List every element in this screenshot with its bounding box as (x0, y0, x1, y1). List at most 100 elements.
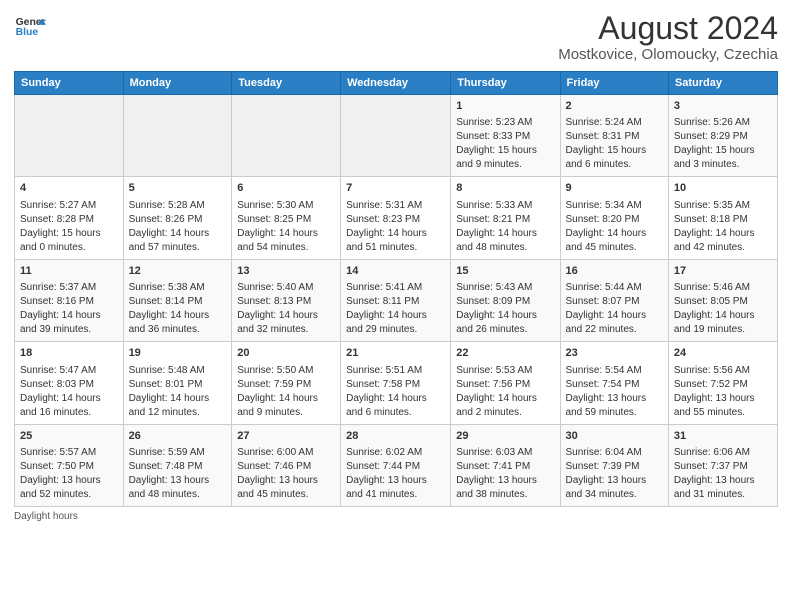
calendar-cell: 20 Sunrise: 5:50 AM Sunset: 7:59 PM Dayli… (232, 342, 341, 424)
title-block: August 2024 Mostkovice, Olomoucky, Czech… (558, 12, 778, 63)
day-info: Sunrise: 5:37 AM Sunset: 8:16 PM Dayligh… (20, 282, 101, 335)
day-number: 17 (674, 264, 772, 279)
day-info: Sunrise: 5:23 AM Sunset: 8:33 PM Dayligh… (456, 117, 537, 170)
day-info: Sunrise: 6:02 AM Sunset: 7:44 PM Dayligh… (346, 447, 427, 500)
day-number: 9 (566, 181, 663, 196)
calendar-cell: 13Sunrise: 5:40 AM Sunset: 8:13 PM Dayli… (232, 259, 341, 341)
calendar-header-row: SundayMondayTuesdayWednesdayThursdayFrid… (15, 72, 778, 95)
day-number: 26 (129, 429, 227, 444)
calendar-cell: 8Sunrise: 5:33 AM Sunset: 8:21 PM Daylig… (451, 177, 560, 259)
day-info: Sunrise: 5:41 AM Sunset: 8:11 PM Dayligh… (346, 282, 427, 335)
day-info: Sunrise: 5:34 AM Sunset: 8:20 PM Dayligh… (566, 200, 647, 253)
calendar-cell: 31Sunrise: 6:06 AM Sunset: 7:37 PM Dayli… (668, 424, 777, 506)
day-number: 7 (346, 181, 445, 196)
day-info: Sunrise: 5:46 AM Sunset: 8:05 PM Dayligh… (674, 282, 755, 335)
day-number: 29 (456, 429, 554, 444)
calendar-cell (341, 95, 451, 177)
location: Mostkovice, Olomoucky, Czechia (558, 46, 778, 63)
calendar-cell: 4 Sunrise: 5:27 AM Sunset: 8:28 PM Daylig… (15, 177, 124, 259)
calendar-cell: 27 Sunrise: 6:00 AM Sunset: 7:46 PM Dayli… (232, 424, 341, 506)
day-number: 18 (20, 346, 118, 361)
calendar-cell: 12 Sunrise: 5:38 AM Sunset: 8:14 PM Dayli… (123, 259, 232, 341)
calendar-cell (232, 95, 341, 177)
day-number: 25 (20, 429, 118, 444)
day-info: Sunrise: 5:26 AM Sunset: 8:29 PM Dayligh… (674, 117, 755, 170)
day-header-friday: Friday (560, 72, 668, 95)
calendar-cell: 22Sunrise: 5:53 AM Sunset: 7:56 PM Dayli… (451, 342, 560, 424)
calendar: SundayMondayTuesdayWednesdayThursdayFrid… (14, 71, 778, 507)
day-number: 21 (346, 346, 445, 361)
calendar-cell: 26 Sunrise: 5:59 AM Sunset: 7:48 PM Dayli… (123, 424, 232, 506)
calendar-body: 1 Sunrise: 5:23 AM Sunset: 8:33 PM Daylig… (15, 95, 778, 507)
day-info: Sunrise: 5:50 AM Sunset: 7:59 PM Dayligh… (237, 365, 318, 418)
day-header-thursday: Thursday (451, 72, 560, 95)
calendar-cell: 3 Sunrise: 5:26 AM Sunset: 8:29 PM Daylig… (668, 95, 777, 177)
header: General Blue August 2024 Mostkovice, Olo… (14, 12, 778, 63)
calendar-cell: 18 Sunrise: 5:47 AM Sunset: 8:03 PM Dayli… (15, 342, 124, 424)
day-number: 28 (346, 429, 445, 444)
day-header-monday: Monday (123, 72, 232, 95)
day-info: Sunrise: 5:54 AM Sunset: 7:54 PM Dayligh… (566, 365, 647, 418)
calendar-cell: 9 Sunrise: 5:34 AM Sunset: 8:20 PM Daylig… (560, 177, 668, 259)
day-info: Sunrise: 5:43 AM Sunset: 8:09 PM Dayligh… (456, 282, 537, 335)
day-info: Sunrise: 6:04 AM Sunset: 7:39 PM Dayligh… (566, 447, 647, 500)
day-info: Sunrise: 5:48 AM Sunset: 8:01 PM Dayligh… (129, 365, 210, 418)
calendar-cell (123, 95, 232, 177)
calendar-cell: 23Sunrise: 5:54 AM Sunset: 7:54 PM Dayli… (560, 342, 668, 424)
calendar-cell: 7Sunrise: 5:31 AM Sunset: 8:23 PM Daylig… (341, 177, 451, 259)
day-header-tuesday: Tuesday (232, 72, 341, 95)
day-number: 20 (237, 346, 335, 361)
day-number: 1 (456, 99, 554, 114)
day-number: 6 (237, 181, 335, 196)
page: General Blue August 2024 Mostkovice, Olo… (0, 0, 792, 612)
calendar-cell: 19Sunrise: 5:48 AM Sunset: 8:01 PM Dayli… (123, 342, 232, 424)
day-info: Sunrise: 5:59 AM Sunset: 7:48 PM Dayligh… (129, 447, 210, 500)
calendar-week-5: 25 Sunrise: 5:57 AM Sunset: 7:50 PM Dayli… (15, 424, 778, 506)
calendar-cell: 5Sunrise: 5:28 AM Sunset: 8:26 PM Daylig… (123, 177, 232, 259)
calendar-week-1: 1 Sunrise: 5:23 AM Sunset: 8:33 PM Daylig… (15, 95, 778, 177)
day-info: Sunrise: 5:47 AM Sunset: 8:03 PM Dayligh… (20, 365, 101, 418)
calendar-week-2: 4 Sunrise: 5:27 AM Sunset: 8:28 PM Daylig… (15, 177, 778, 259)
day-number: 4 (20, 181, 118, 196)
calendar-week-3: 11 Sunrise: 5:37 AM Sunset: 8:16 PM Dayli… (15, 259, 778, 341)
day-number: 3 (674, 99, 772, 114)
footer-note: Daylight hours (14, 511, 778, 522)
calendar-cell: 14 Sunrise: 5:41 AM Sunset: 8:11 PM Dayli… (341, 259, 451, 341)
day-info: Sunrise: 5:33 AM Sunset: 8:21 PM Dayligh… (456, 200, 537, 253)
logo: General Blue (14, 12, 46, 40)
day-info: Sunrise: 5:53 AM Sunset: 7:56 PM Dayligh… (456, 365, 537, 418)
calendar-cell: 28 Sunrise: 6:02 AM Sunset: 7:44 PM Dayli… (341, 424, 451, 506)
day-number: 13 (237, 264, 335, 279)
calendar-cell: 1 Sunrise: 5:23 AM Sunset: 8:33 PM Daylig… (451, 95, 560, 177)
day-info: Sunrise: 5:56 AM Sunset: 7:52 PM Dayligh… (674, 365, 755, 418)
day-info: Sunrise: 6:00 AM Sunset: 7:46 PM Dayligh… (237, 447, 318, 500)
svg-text:Blue: Blue (16, 27, 39, 38)
calendar-cell: 30Sunrise: 6:04 AM Sunset: 7:39 PM Dayli… (560, 424, 668, 506)
calendar-cell: 29 Sunrise: 6:03 AM Sunset: 7:41 PM Dayli… (451, 424, 560, 506)
day-info: Sunrise: 5:57 AM Sunset: 7:50 PM Dayligh… (20, 447, 101, 500)
calendar-cell: 21 Sunrise: 5:51 AM Sunset: 7:58 PM Dayli… (341, 342, 451, 424)
calendar-week-4: 18 Sunrise: 5:47 AM Sunset: 8:03 PM Dayli… (15, 342, 778, 424)
day-number: 10 (674, 181, 772, 196)
calendar-cell: 2 Sunrise: 5:24 AM Sunset: 8:31 PM Daylig… (560, 95, 668, 177)
calendar-cell: 25 Sunrise: 5:57 AM Sunset: 7:50 PM Dayli… (15, 424, 124, 506)
calendar-cell: 15Sunrise: 5:43 AM Sunset: 8:09 PM Dayli… (451, 259, 560, 341)
day-number: 5 (129, 181, 227, 196)
month-title: August 2024 (558, 12, 778, 44)
day-info: Sunrise: 6:03 AM Sunset: 7:41 PM Dayligh… (456, 447, 537, 500)
day-number: 12 (129, 264, 227, 279)
day-number: 11 (20, 264, 118, 279)
day-number: 14 (346, 264, 445, 279)
calendar-cell (15, 95, 124, 177)
day-info: Sunrise: 5:27 AM Sunset: 8:28 PM Dayligh… (20, 200, 101, 253)
day-info: Sunrise: 5:24 AM Sunset: 8:31 PM Dayligh… (566, 117, 647, 170)
day-header-wednesday: Wednesday (341, 72, 451, 95)
day-info: Sunrise: 5:51 AM Sunset: 7:58 PM Dayligh… (346, 365, 427, 418)
day-number: 27 (237, 429, 335, 444)
calendar-cell: 24Sunrise: 5:56 AM Sunset: 7:52 PM Dayli… (668, 342, 777, 424)
day-number: 16 (566, 264, 663, 279)
day-info: Sunrise: 5:44 AM Sunset: 8:07 PM Dayligh… (566, 282, 647, 335)
day-number: 2 (566, 99, 663, 114)
day-header-sunday: Sunday (15, 72, 124, 95)
day-info: Sunrise: 5:38 AM Sunset: 8:14 PM Dayligh… (129, 282, 210, 335)
